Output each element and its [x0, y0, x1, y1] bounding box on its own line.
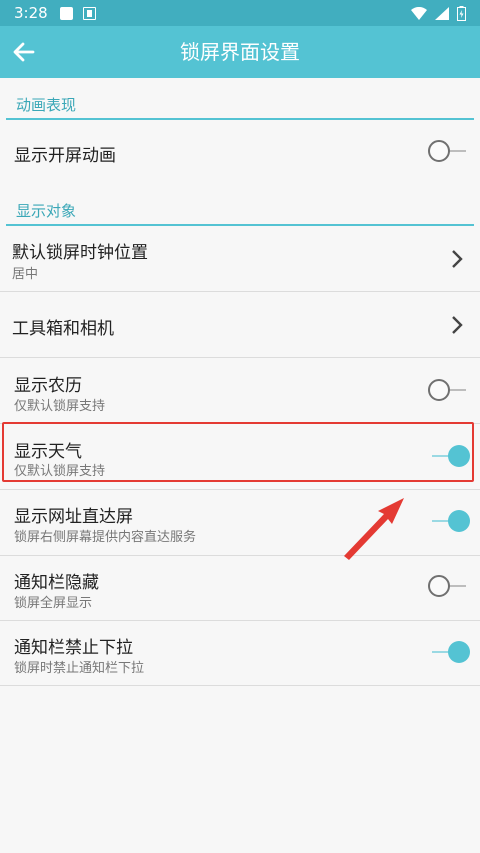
toggle-switch[interactable] — [428, 574, 470, 598]
status-bar: 3:28 — [0, 0, 480, 26]
setting-title: 通知栏禁止下拉 — [14, 638, 133, 658]
setting-row-disable-pulldown[interactable]: 通知栏禁止下拉 锁屏时禁止通知栏下拉 — [0, 621, 480, 686]
setting-subtitle: 锁屏右侧屏幕提供内容直达服务 — [14, 530, 197, 545]
setting-row-clock-position[interactable]: 默认锁屏时钟位置 居中 — [0, 226, 480, 292]
setting-title: 显示农历 — [14, 376, 82, 396]
setting-subtitle: 锁屏全屏显示 — [14, 596, 93, 611]
setting-title: 通知栏隐藏 — [14, 573, 99, 593]
setting-subtitle: 居中 — [12, 267, 39, 282]
toggle-knob — [428, 575, 450, 597]
setting-title: 工具箱和相机 — [12, 319, 114, 339]
chevron-right-icon — [452, 250, 463, 268]
toggle-knob — [428, 379, 450, 401]
setting-row-toolbox-camera[interactable]: 工具箱和相机 — [0, 292, 480, 358]
toggle-switch[interactable] — [428, 139, 470, 163]
setting-row-lunar-calendar[interactable]: 显示农历 仅默认锁屏支持 — [0, 358, 480, 424]
page-title: 锁屏界面设置 — [180, 40, 300, 64]
chevron-right-icon — [452, 316, 463, 334]
setting-subtitle: 仅默认锁屏支持 — [14, 399, 106, 414]
app-bar: 锁屏界面设置 — [0, 26, 480, 78]
wifi-icon — [411, 6, 427, 20]
setting-title: 显示网址直达屏 — [14, 507, 133, 527]
toggle-switch[interactable] — [428, 640, 470, 664]
toggle-switch[interactable] — [428, 509, 470, 533]
toggle-knob — [448, 510, 470, 532]
signal-icon — [435, 6, 449, 20]
toggle-knob — [428, 140, 450, 162]
section-header-display-objects: 显示对象 — [6, 202, 474, 226]
setting-title: 显示开屏动画 — [14, 146, 116, 166]
annotation-arrow-icon — [344, 498, 404, 560]
section-header-animation: 动画表现 — [6, 96, 474, 120]
toggle-switch[interactable] — [428, 378, 470, 402]
notification-icon — [59, 6, 73, 20]
section-header-label: 动画表现 — [16, 96, 77, 114]
setting-title: 默认锁屏时钟位置 — [12, 243, 148, 263]
status-time: 3:28 — [14, 4, 48, 22]
battery-icon — [457, 5, 466, 21]
highlight-box — [2, 422, 474, 482]
toggle-knob — [448, 641, 470, 663]
setting-row-boot-animation[interactable]: 显示开屏动画 — [0, 120, 480, 182]
section-header-label: 显示对象 — [16, 202, 77, 220]
app-notification-icon — [82, 6, 96, 20]
setting-subtitle: 锁屏时禁止通知栏下拉 — [14, 661, 145, 676]
